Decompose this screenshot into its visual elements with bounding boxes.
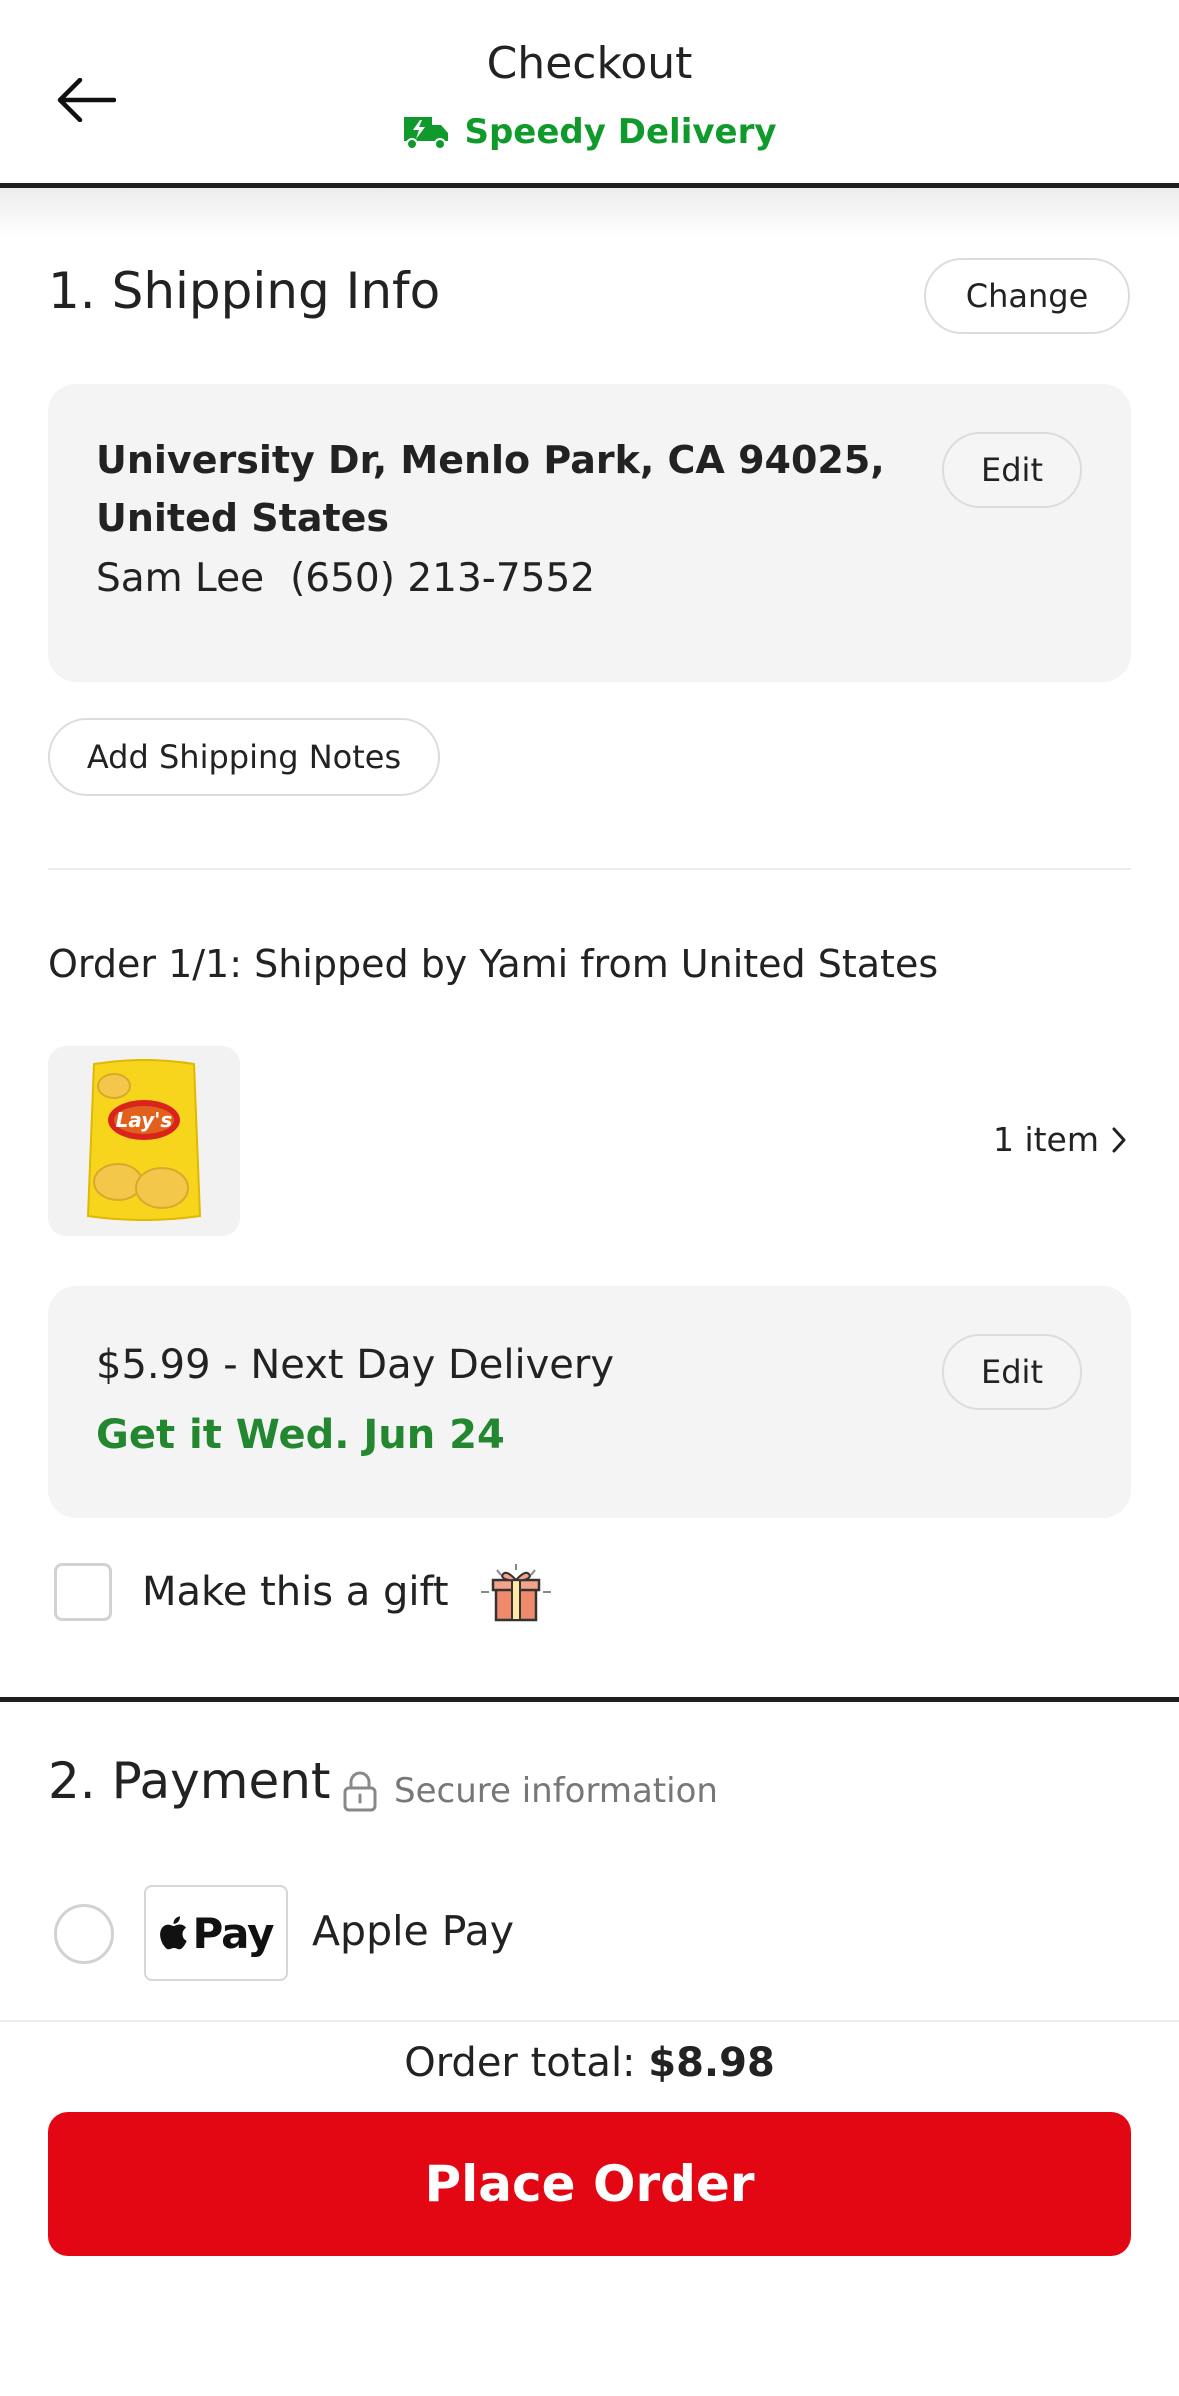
truck-icon [404,117,449,150]
order-total: Order total: $8.98 [0,2040,1179,2086]
section-divider [48,868,1131,870]
payment-heading: 2. Payment [48,1752,331,1810]
delivery-eta: Get it Wed. Jun 24 [96,1412,505,1458]
order-heading: Order 1/1: Shipped by Yami from United S… [48,942,939,986]
header-shadow [0,188,1179,238]
shipping-heading: 1. Shipping Info [48,262,441,320]
product-thumbnail[interactable]: Lay's [48,1046,240,1236]
address-line-1: University Dr, Menlo Park, CA 94025, [96,438,885,482]
item-count-label: 1 item [992,1120,1099,1159]
delivery-option: $5.99 - Next Day Delivery [96,1342,615,1388]
chevron-right-icon [1112,1127,1126,1152]
apple-pay-badge: Pay [144,1885,288,1981]
edit-delivery-button[interactable]: Edit [942,1334,1082,1410]
change-address-button[interactable]: Change [924,258,1130,334]
delivery-badge: Speedy Delivery [0,112,1179,152]
section-divider-thick [0,1697,1179,1702]
address-line-2: United States [96,496,390,540]
order-total-label: Order total: [404,2040,636,2086]
edit-address-button[interactable]: Edit [942,432,1082,508]
header-bar: Checkout Speedy Delivery [0,0,1179,186]
page-title: Checkout [486,38,693,89]
contact-info: Sam Lee (650) 213-7552 [96,556,595,601]
chips-bag-image: Lay's [86,1059,202,1221]
gift-checkbox[interactable] [54,1563,112,1621]
gift-option: Make this a gift [54,1562,553,1622]
footer-divider [0,2020,1179,2022]
secure-info: Secure information [342,1770,718,1812]
apple-pay-radio[interactable] [54,1904,114,1964]
gift-icon [480,1564,551,1622]
add-shipping-notes-button[interactable]: Add Shipping Notes [48,718,440,796]
apple-pay-label[interactable]: Apple Pay [312,1907,514,1955]
address-card: University Dr, Menlo Park, CA 94025, Uni… [48,384,1131,682]
recipient-name: Sam Lee [96,556,265,601]
lock-icon [343,1771,377,1812]
apple-logo-icon [160,1916,188,1950]
apple-pay-badge-text: Pay [192,1908,274,1958]
gift-label: Make this a gift [142,1569,449,1615]
secure-label: Secure information [394,1771,718,1811]
place-order-button[interactable]: Place Order [48,2112,1131,2256]
delivery-badge-label: Speedy Delivery [464,112,777,152]
item-count-link[interactable]: 1 item [993,1120,1127,1159]
delivery-card: $5.99 - Next Day Delivery Get it Wed. Ju… [48,1286,1131,1518]
svg-text:Lay's: Lay's [116,1108,173,1132]
order-total-value: $8.98 [648,2040,775,2086]
recipient-phone: (650) 213-7552 [290,556,596,601]
